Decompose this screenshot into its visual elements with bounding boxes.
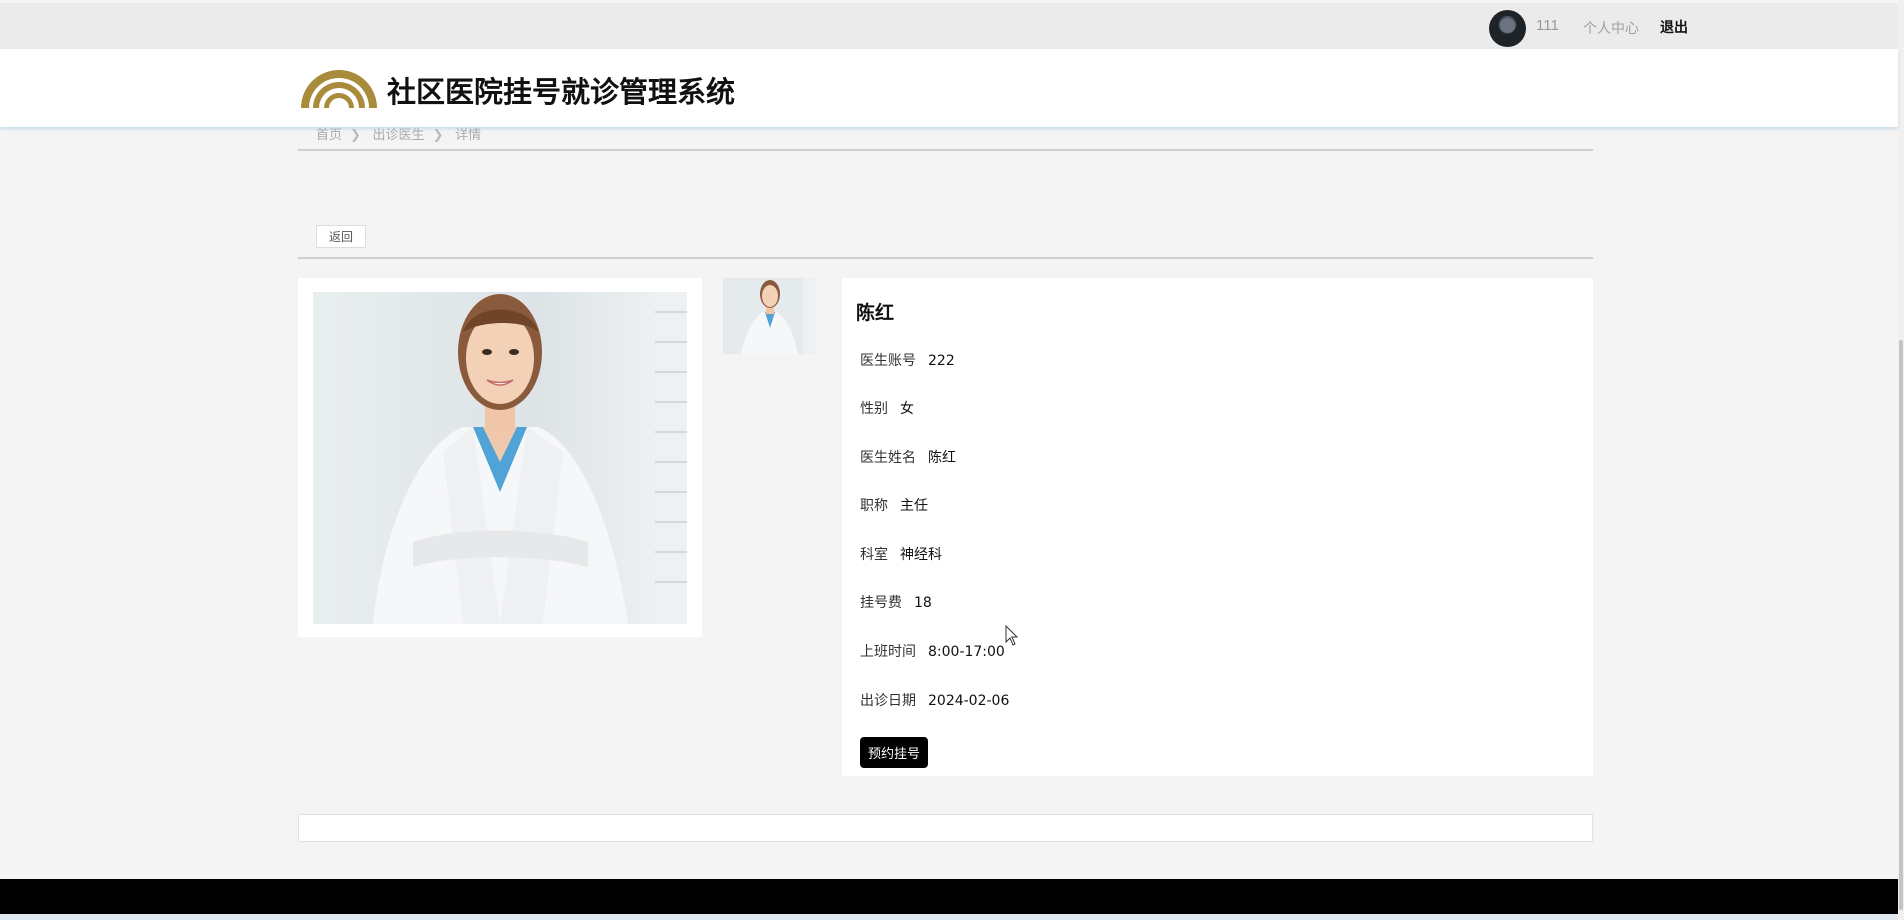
- back-button[interactable]: 返回: [316, 225, 366, 248]
- field-value: 女: [900, 401, 914, 417]
- scrollbar-thumb[interactable]: [1899, 340, 1903, 910]
- divider: [298, 257, 1593, 259]
- mouse-cursor-icon: [1005, 625, 1019, 646]
- field-value: 主任: [900, 498, 928, 514]
- field-label: 医生姓名: [860, 450, 916, 466]
- hospital-logo-icon: [301, 70, 377, 108]
- footer: [0, 879, 1898, 914]
- field-label: 出诊日期: [860, 693, 916, 709]
- info-row-account: 医生账号 222: [860, 350, 955, 370]
- info-row-gender: 性别女: [860, 398, 914, 418]
- info-row-department: 科室 神经科: [860, 544, 942, 564]
- page-scrollbar[interactable]: [1898, 0, 1904, 920]
- field-value: 2024-02-06: [928, 693, 1010, 709]
- field-value: 8:00-17:00: [928, 644, 1005, 660]
- username-label: 111: [1536, 17, 1559, 34]
- breadcrumb-home[interactable]: 首页: [316, 127, 342, 142]
- site-title: 社区医院挂号就诊管理系统: [387, 75, 736, 109]
- divider: [298, 149, 1593, 151]
- info-row-date: 出诊日期 2024-02-06: [860, 690, 1009, 710]
- field-value: 陈红: [928, 450, 956, 466]
- doctor-photo-thumbnail[interactable]: [723, 278, 816, 354]
- field-label: 性别: [860, 401, 888, 417]
- field-label: 科室: [860, 547, 888, 563]
- chevron-right-icon: ❯: [432, 127, 444, 142]
- field-value: 18: [914, 595, 932, 611]
- doctor-photo: [313, 292, 687, 624]
- info-row-name: 医生姓名 陈红: [860, 447, 956, 467]
- field-label: 挂号费: [860, 595, 902, 611]
- field-value: 222: [928, 353, 955, 369]
- field-value: 神经科: [900, 547, 942, 563]
- doctor-info-panel: 陈红 医生账号 222 性别女 医生姓名 陈红 职称 主任 科室 神经科 挂号费 18 上…: [842, 278, 1593, 776]
- logout-link[interactable]: 退出: [1660, 17, 1688, 37]
- info-row-fee: 挂号费 18: [860, 592, 932, 612]
- doctor-name-heading: 陈红: [856, 302, 895, 324]
- breadcrumb-doctors[interactable]: 出诊医生: [373, 127, 425, 142]
- avatar[interactable]: [1489, 10, 1526, 47]
- top-user-bar: 111 个人中心 退出: [0, 3, 1898, 49]
- field-label: 医生账号: [860, 353, 916, 369]
- bottom-strip: [0, 914, 1904, 920]
- breadcrumb-detail: 详情: [455, 127, 482, 142]
- info-row-title: 职称 主任: [860, 495, 928, 515]
- doctor-photo-panel: [298, 278, 702, 637]
- chevron-right-icon: ❯: [350, 127, 361, 142]
- field-label: 上班时间: [860, 644, 916, 660]
- site-header: 社区医院挂号就诊管理系统: [0, 49, 1898, 127]
- book-appointment-button[interactable]: 预约挂号: [860, 737, 928, 768]
- personal-center-link[interactable]: 个人中心: [1583, 18, 1639, 38]
- info-row-hours: 上班时间 8:00-17:00: [860, 641, 1005, 661]
- comment-area: [298, 814, 1593, 842]
- field-label: 职称: [860, 498, 888, 514]
